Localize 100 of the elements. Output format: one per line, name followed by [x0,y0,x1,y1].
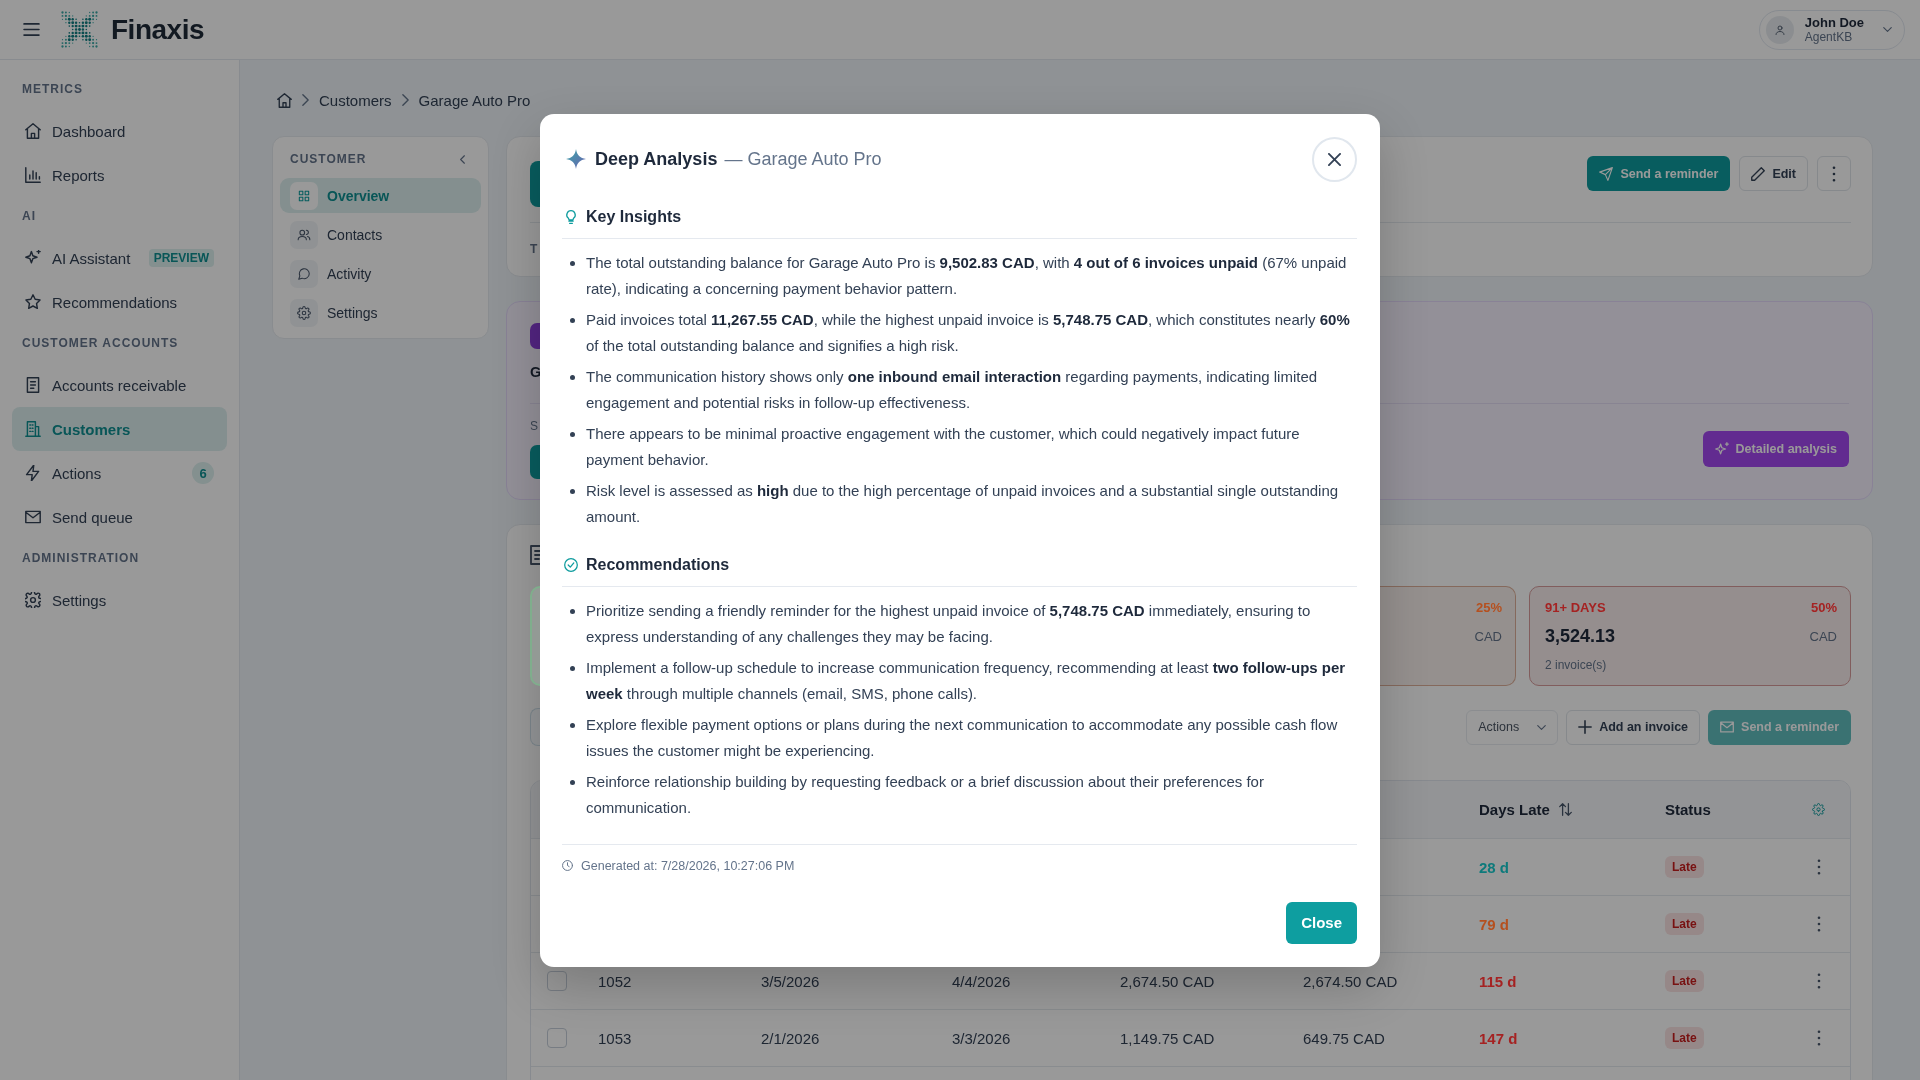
chevron-left-icon[interactable] [460,154,465,164]
nav-item[interactable]: Settings [280,295,481,330]
chat-icon [290,259,318,288]
close-button[interactable]: Close [1286,901,1357,944]
invoice-balance: 649.75 CAD [1303,1029,1385,1047]
sparkle-icon [1714,441,1729,456]
invoice-balance: 2,674.50 CAD [1303,972,1398,990]
more-icon[interactable] [1817,1030,1821,1046]
settings-icon [290,298,318,327]
logo-icon [61,11,98,48]
chevron-down-icon [1537,724,1547,730]
nav-item[interactable]: Contacts [280,217,481,252]
column-header: Status [1665,801,1711,818]
section-title: METRICS [22,82,83,96]
insight-text: The total outstanding balance for Garage Auto Pro is 9,502.83 CAD, with 4 out of 6 invoices unpaid (67% unpaid rate), indicating a concerning payment behavior pattern. [586,252,1348,299]
settings-icon [25,592,41,608]
more-icon[interactable] [1817,916,1821,932]
generated-timestamp: Generated at: 7/28/2026, 10:27:06 PM [581,858,795,873]
menu-icon[interactable] [23,23,40,36]
lightning-icon [25,465,41,481]
status-tag: Late [1665,856,1704,878]
field-label: S [530,418,538,434]
detailed-analysis-button[interactable]: Detailed analysis [1702,430,1849,467]
bucket-percent: 25% [1475,599,1502,615]
close-button[interactable] [1312,136,1357,182]
add-invoice-button[interactable]: Add an invoice [1566,709,1701,745]
bucket-label: 91+ DAYS [1545,599,1606,615]
breadcrumb-link[interactable]: Customers [319,91,392,109]
section-title: ADMINISTRATION [22,551,140,565]
chevron-right-icon [401,94,409,106]
edit-button[interactable]: Edit [1739,156,1808,191]
nav-item[interactable]: Reports [12,153,227,197]
document-icon [25,377,41,393]
card-title: G [530,363,542,382]
bucket-percent: 50% [1810,599,1837,615]
home-icon[interactable] [277,92,292,108]
due-date: 4/4/2026 [952,972,1011,990]
sort-icon[interactable] [1558,803,1572,816]
bullet-icon [570,374,575,380]
nav-item[interactable]: Activity [280,256,481,291]
recommendation-text: Implement a follow-up schedule to increase communication frequency, recommending at least two follow-ups per week through multiple channels (email, SMS, phone calls). [586,657,1347,704]
row-checkbox[interactable] [547,1028,567,1048]
currency-label: CAD [1474,628,1502,644]
vertical-dots-icon [1832,165,1836,182]
envelope-icon [25,509,41,525]
days-late: 115 d [1479,972,1517,990]
invoice-number: 1052 [598,972,632,990]
users-icon [290,220,318,249]
days-late: 147 d [1479,1029,1518,1047]
sparkle-icon [566,149,586,169]
section-title: CUSTOMER ACCOUNTS [22,336,179,350]
bullet-icon [570,779,575,785]
insight-text: There appears to be minimal proactive engagement with the customer, which could negatively impact future payment behavior. [586,423,1301,470]
column-header: Days Late [1479,801,1550,818]
bullet-icon [570,722,575,728]
nav-item[interactable]: Send queue [12,495,227,539]
star-icon [25,294,41,310]
nav-item[interactable]: Settings [12,578,227,622]
recommendation-text: Reinforce relationship building by requesting feedback or a brief discussion about their preferences for communication. [586,771,1265,818]
bullet-icon [570,488,575,494]
brand-name: Finaxis [111,13,204,46]
invoice-date: 2/1/2026 [761,1029,820,1047]
count-badge: 6 [192,462,214,484]
user-avatar-icon [1765,15,1794,44]
nav-item[interactable]: AI Assistant PREVIEW [12,236,227,280]
row-checkbox[interactable] [547,971,567,991]
nav-item[interactable]: Accounts receivable [12,363,227,407]
insight-text: Risk level is assessed as high due to the high percentage of unpaid invoices and a substantial single outstanding amount. [586,480,1340,527]
more-icon[interactable] [1817,859,1821,875]
recommendation-text: Explore flexible payment options or plans during the next communication to accommodate any possible cash flow issues the customer might be experiencing. [586,714,1339,761]
sparkle-icon [25,250,41,266]
bullet-icon [570,260,575,266]
nav-item[interactable]: Recommendations [12,280,227,324]
days-late: 28 d [1479,858,1509,876]
days-late: 79 d [1479,915,1509,933]
close-icon [1328,152,1341,166]
bullet-icon [570,608,575,614]
invoice-amount: 2,674.50 CAD [1120,972,1215,990]
section-heading: Key Insights [586,207,682,226]
section-label: T [530,241,538,257]
nav-item[interactable]: Actions 6 [12,451,227,495]
lightbulb-icon [564,209,578,224]
grid-icon [290,181,318,210]
more-icon[interactable] [1817,973,1821,989]
pencil-icon [1751,166,1766,181]
section-title: AI [22,209,36,223]
insight-text: Paid invoices total 11,267.55 CAD, while the highest unpaid invoice is 5,748.75 CAD, which constitutes nearly 60% of the total outstanding balance and signifies a high risk. [586,309,1351,356]
invoice-date: 3/5/2026 [761,972,820,990]
nav-item[interactable]: Dashboard [12,109,227,153]
due-date: 3/3/2026 [952,1029,1011,1047]
user-menu[interactable]: John Doe AgentKB [1758,9,1905,50]
bar-chart-icon [25,167,41,183]
send-icon [1599,166,1614,181]
status-tag: Late [1665,913,1704,935]
recommendation-text: Prioritize sending a friendly reminder for the highest unpaid invoice of 5,748.75 CAD immediately, ensuring to express understanding of any challenges they may be facing. [586,600,1312,647]
clock-icon [562,860,573,871]
breadcrumb-link[interactable]: Garage Auto Pro [418,91,531,109]
invoice-number: 1053 [598,1029,632,1047]
preview-tag: PREVIEW [148,249,214,267]
invoice-count: 2 invoice(s) [1545,658,1607,672]
